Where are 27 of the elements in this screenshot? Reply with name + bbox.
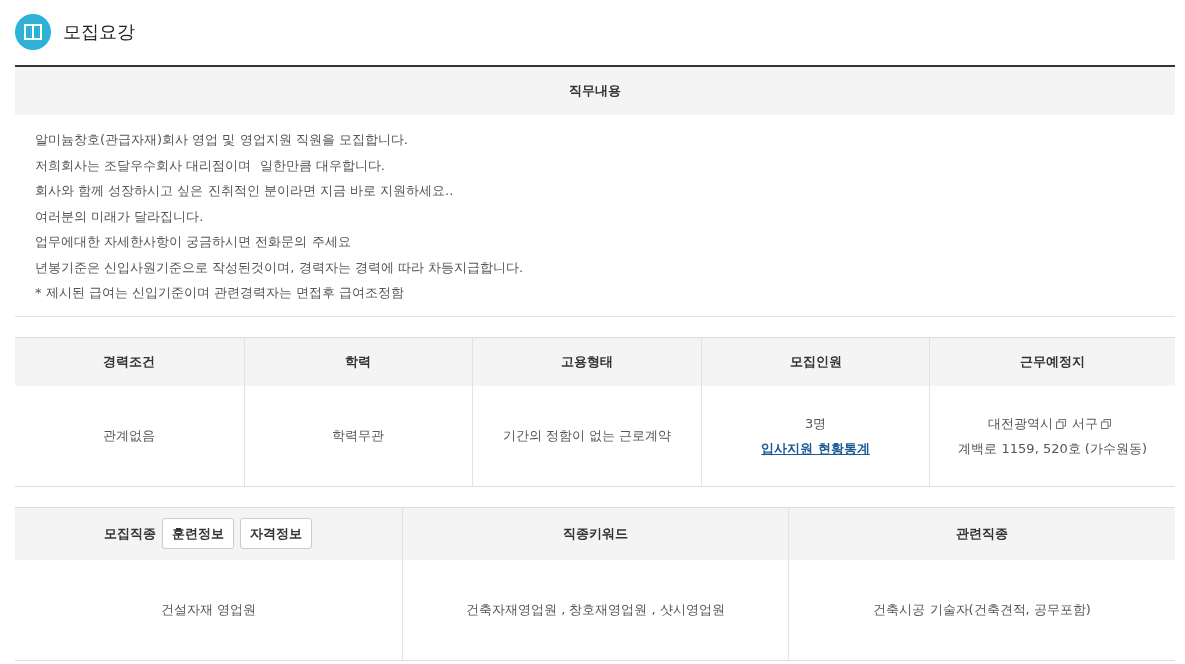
table-cell-text: 관계없음 <box>102 427 157 445</box>
header-label: 모집직종 <box>104 524 157 543</box>
table-header: 모집인원 <box>701 337 930 386</box>
table-header: 직종키워드 <box>402 507 789 560</box>
table-header: 학력 <box>244 337 473 386</box>
table-cell-text: 건설자재 영업원 <box>159 601 257 619</box>
table-header: 경력조건 <box>15 337 244 386</box>
info-button[interactable]: 자격정보 <box>240 518 313 549</box>
headcount: 3명 <box>804 414 827 433</box>
stats-link[interactable]: 입사지원 현황통계 <box>761 435 870 461</box>
book-icon <box>15 14 51 50</box>
table-cell-text: 건축시공 기술자(건축견적, 공무포함) <box>872 601 1092 619</box>
info-button[interactable]: 훈련정보 <box>162 518 235 549</box>
external-link-icon <box>1056 419 1067 429</box>
table-cell-text: 학력무관 <box>331 427 386 445</box>
table-header: 고용형태 <box>473 337 701 386</box>
table-header: 관련직종 <box>789 507 1175 560</box>
table-header: 직무내용 <box>15 67 1175 115</box>
section-title: 모집요강 <box>63 20 135 44</box>
table-header: 근무예정지 <box>930 337 1175 386</box>
job-description: 알미늄창호(관급자재)회사 영업 및 영업지원 직원을 모집합니다. 저희회사는 조달우수회사 대리점이며 일한만큼 대우합니다. 회사와 함께 성장하시고 싶은 진취적인 분이라면 지금 바로 지원하세요.. 여러분의 미래가 달라집니다. 업무에대한 자세한사항이 궁금하시면 전화문의 주세요 년봉기준은 신입사원기준으로 작성된것이며, 경력자는 경력에 따라 차등지급합니다. * 제시된 급여는 신입기준이며 관련경력자는 면접후 급여조정함 <box>34 131 525 302</box>
location-link[interactable]: 서구 <box>1072 415 1099 431</box>
address-text: 계백로 1159, 520호 (가수원동) <box>958 439 1147 458</box>
external-link-icon <box>1101 419 1112 429</box>
table-cell-text: 기간의 정함이 없는 근로계약 <box>501 427 673 445</box>
location-link[interactable]: 대전광역시 <box>988 415 1054 431</box>
table-cell-text: 건축자재영업원 , 창호재영업원 , 샷시영업원 <box>465 601 726 619</box>
